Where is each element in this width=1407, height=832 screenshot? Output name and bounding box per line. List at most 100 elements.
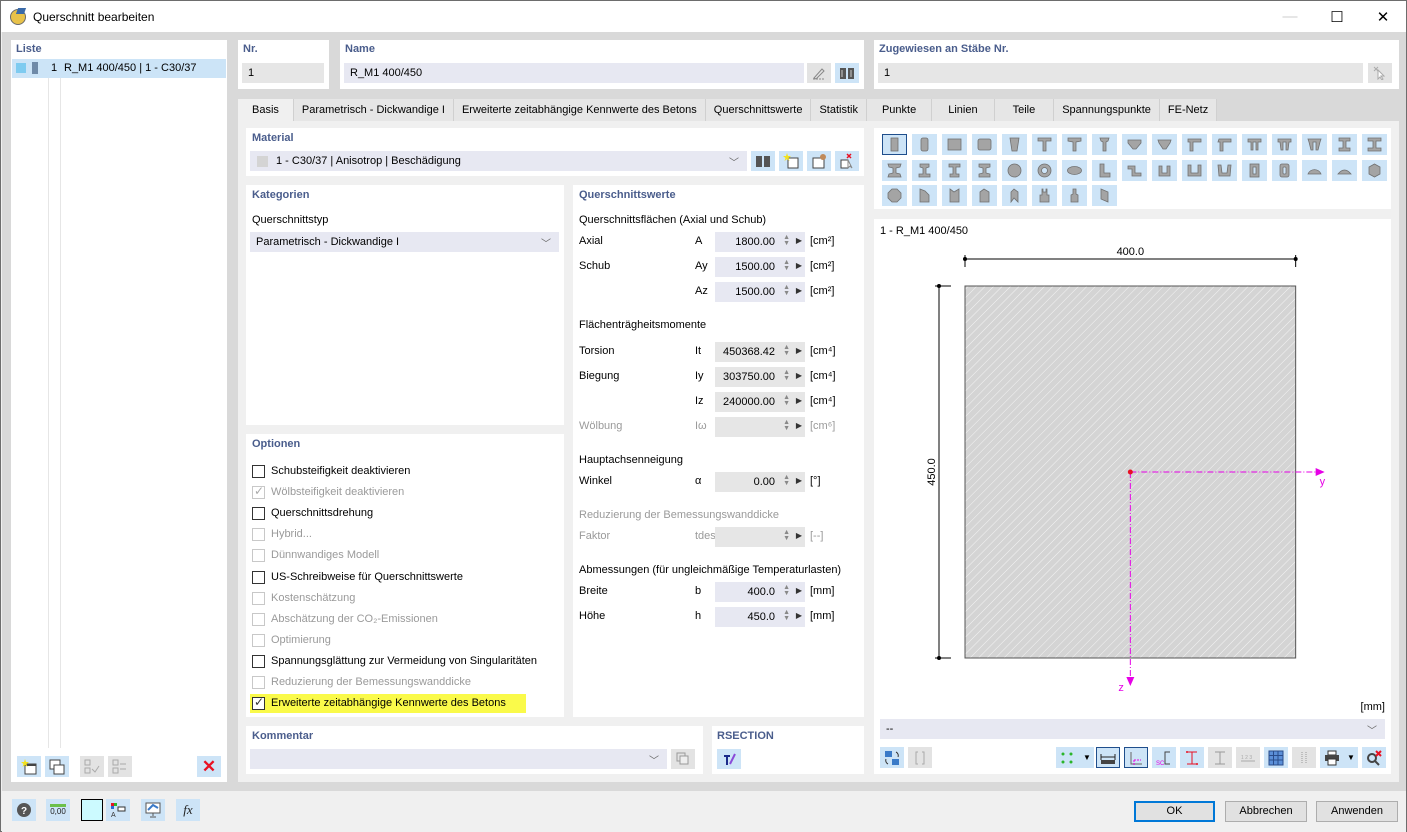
- expand-arrow-icon[interactable]: ▶: [796, 396, 802, 405]
- shape-button-square[interactable]: [942, 134, 967, 155]
- tab-basis[interactable]: Basis: [238, 99, 294, 121]
- pick-members-button[interactable]: [1368, 63, 1392, 83]
- shape-button-u-section[interactable]: [1152, 159, 1177, 181]
- shear-center-button[interactable]: SC: [1152, 747, 1176, 768]
- tab-extended-concrete[interactable]: Erweiterte zeitabhängige Kennwerte des B…: [453, 99, 706, 121]
- name-library-button[interactable]: [835, 63, 859, 83]
- shape-button-i-section[interactable]: [1332, 134, 1357, 155]
- tab-parametric[interactable]: Parametrisch - Dickwandige I: [293, 99, 454, 121]
- expand-arrow-icon[interactable]: ▶: [796, 421, 802, 430]
- shape-button-circle[interactable]: [1002, 159, 1027, 181]
- new-material-button[interactable]: [779, 151, 803, 171]
- option-checkbox[interactable]: [252, 654, 265, 668]
- expand-arrow-icon[interactable]: ▶: [796, 261, 802, 270]
- value-spinbox[interactable]: 240000.00 ▲ ▼ ▶: [715, 392, 805, 412]
- shape-button-i-section-asym[interactable]: [912, 159, 937, 181]
- expand-arrow-icon[interactable]: ▶: [796, 346, 802, 355]
- show-dimensions-button[interactable]: [1096, 747, 1120, 768]
- stress-points-button[interactable]: [1180, 747, 1204, 768]
- edit-material-button[interactable]: [807, 151, 831, 171]
- help-button[interactable]: ?: [12, 799, 36, 821]
- tab-fe-mesh[interactable]: FE-Netz: [1159, 99, 1218, 121]
- shape-button-pointed-rectangle[interactable]: [972, 185, 997, 206]
- shape-button-hexagon[interactable]: [1362, 159, 1387, 181]
- decimals-button[interactable]: 0,00: [46, 799, 70, 821]
- value-spinbox[interactable]: 400.0 ▲ ▼ ▶: [715, 582, 805, 602]
- value-spinbox[interactable]: 450.0 ▲ ▼ ▶: [715, 607, 805, 627]
- shape-button-t-section-haunched[interactable]: [1062, 134, 1087, 155]
- shape-button-rectangle[interactable]: [882, 134, 907, 155]
- shape-button-i-section-tapered[interactable]: [882, 159, 907, 181]
- shape-button-rounded-rectangle[interactable]: [912, 134, 937, 155]
- shape-button-notched-rectangle[interactable]: [942, 185, 967, 206]
- spin-arrows-icon[interactable]: ▲ ▼: [783, 609, 790, 622]
- shape-button-u-section-wide[interactable]: [1182, 159, 1207, 181]
- shape-button-trapezoid[interactable]: [1002, 134, 1027, 155]
- shape-button-i-section-haunched[interactable]: [972, 159, 997, 181]
- shape-button-double-t[interactable]: [1242, 134, 1267, 155]
- section-drawing[interactable]: 400.0 450.0 y z: [874, 219, 1391, 709]
- option-checkbox[interactable]: [252, 570, 265, 584]
- shape-button-hollow-circle[interactable]: [1032, 159, 1057, 181]
- maximize-button[interactable]: ☐: [1314, 1, 1360, 32]
- shape-button-hollow-rounded[interactable]: [1272, 159, 1297, 181]
- name-field[interactable]: R_M1 400/450: [344, 63, 804, 83]
- list-item[interactable]: 1 R_M1 400/450 | 1 - C30/37: [12, 59, 226, 78]
- print-options-dropdown[interactable]: ▼: [1344, 747, 1358, 768]
- shape-button-double-t-haunched[interactable]: [1302, 134, 1327, 155]
- copy-item-button[interactable]: [45, 756, 69, 777]
- apply-button[interactable]: Anwenden: [1316, 801, 1398, 822]
- material-library-button[interactable]: [751, 151, 775, 171]
- value-spinbox[interactable]: 1500.00 ▲ ▼ ▶: [715, 257, 805, 277]
- expand-arrow-icon[interactable]: ▶: [796, 611, 802, 620]
- shape-button-t-inverted-tapered[interactable]: [1152, 134, 1177, 155]
- spin-arrows-icon[interactable]: ▲ ▼: [783, 344, 790, 357]
- shape-button-notched-pointed[interactable]: [1002, 185, 1027, 206]
- shape-button-chamfered-rectangle[interactable]: [912, 185, 937, 206]
- shape-button-stepped-top[interactable]: [1062, 185, 1087, 206]
- delete-item-button[interactable]: ✕: [197, 756, 221, 777]
- display-settings-button[interactable]: A: [106, 799, 130, 821]
- tab-parts[interactable]: Teile: [994, 99, 1055, 121]
- tab-statistics[interactable]: Statistik: [811, 99, 867, 121]
- list-view-button[interactable]: [1292, 747, 1316, 768]
- cancel-button[interactable]: Abbrechen: [1225, 801, 1307, 822]
- parts-view-button[interactable]: [1208, 747, 1232, 768]
- tab-stress-points[interactable]: Spannungspunkte: [1054, 99, 1160, 121]
- spin-arrows-icon[interactable]: ▲ ▼: [783, 259, 790, 272]
- bracket-view-button[interactable]: [908, 747, 932, 768]
- shape-button-double-t-tapered[interactable]: [1272, 134, 1297, 155]
- close-button[interactable]: ✕: [1360, 1, 1406, 32]
- value-spinbox[interactable]: 1800.00 ▲ ▼ ▶: [715, 232, 805, 252]
- rsection-button[interactable]: [717, 749, 741, 769]
- shape-button-semicircle[interactable]: [1302, 159, 1327, 181]
- view-button[interactable]: [141, 799, 165, 821]
- new-item-button[interactable]: [17, 756, 41, 777]
- delete-material-button[interactable]: [835, 151, 859, 171]
- spin-arrows-icon[interactable]: ▲ ▼: [783, 369, 790, 382]
- show-points-button[interactable]: [1056, 747, 1080, 768]
- tab-lines[interactable]: Linien: [932, 99, 995, 121]
- shape-button-z-section[interactable]: [1122, 159, 1147, 181]
- shape-button-octagon[interactable]: [882, 185, 907, 206]
- value-spinbox[interactable]: 450368.42 ▲ ▼ ▶: [715, 342, 805, 362]
- reset-view-button[interactable]: [1362, 747, 1386, 768]
- minimize-button[interactable]: —: [1267, 1, 1313, 32]
- comment-dropdown[interactable]: ﹀: [250, 749, 667, 769]
- section-type-dropdown[interactable]: Parametrisch - Dickwandige I ﹀: [250, 232, 559, 252]
- view-rotate-button[interactable]: [880, 747, 904, 768]
- shape-button-i-section-wide[interactable]: [1362, 134, 1387, 155]
- shape-button-l-angle-flange[interactable]: [1182, 134, 1207, 155]
- edit-name-button[interactable]: [807, 63, 831, 83]
- shape-button-i-section-unequal[interactable]: [942, 159, 967, 181]
- shape-button-hollow-rectangle[interactable]: [1242, 159, 1267, 181]
- expand-arrow-icon[interactable]: ▶: [796, 371, 802, 380]
- ok-button[interactable]: OK: [1134, 801, 1215, 822]
- numbering-button[interactable]: 1 2 3: [1236, 747, 1260, 768]
- preview-dropdown[interactable]: -- ﹀: [880, 719, 1385, 739]
- shape-button-t-section[interactable]: [1032, 134, 1057, 155]
- spin-arrows-icon[interactable]: ▲ ▼: [783, 234, 790, 247]
- value-spinbox[interactable]: 0.00 ▲ ▼ ▶: [715, 472, 805, 492]
- expand-arrow-icon[interactable]: ▶: [796, 236, 802, 245]
- tab-points[interactable]: Punkte: [866, 99, 933, 121]
